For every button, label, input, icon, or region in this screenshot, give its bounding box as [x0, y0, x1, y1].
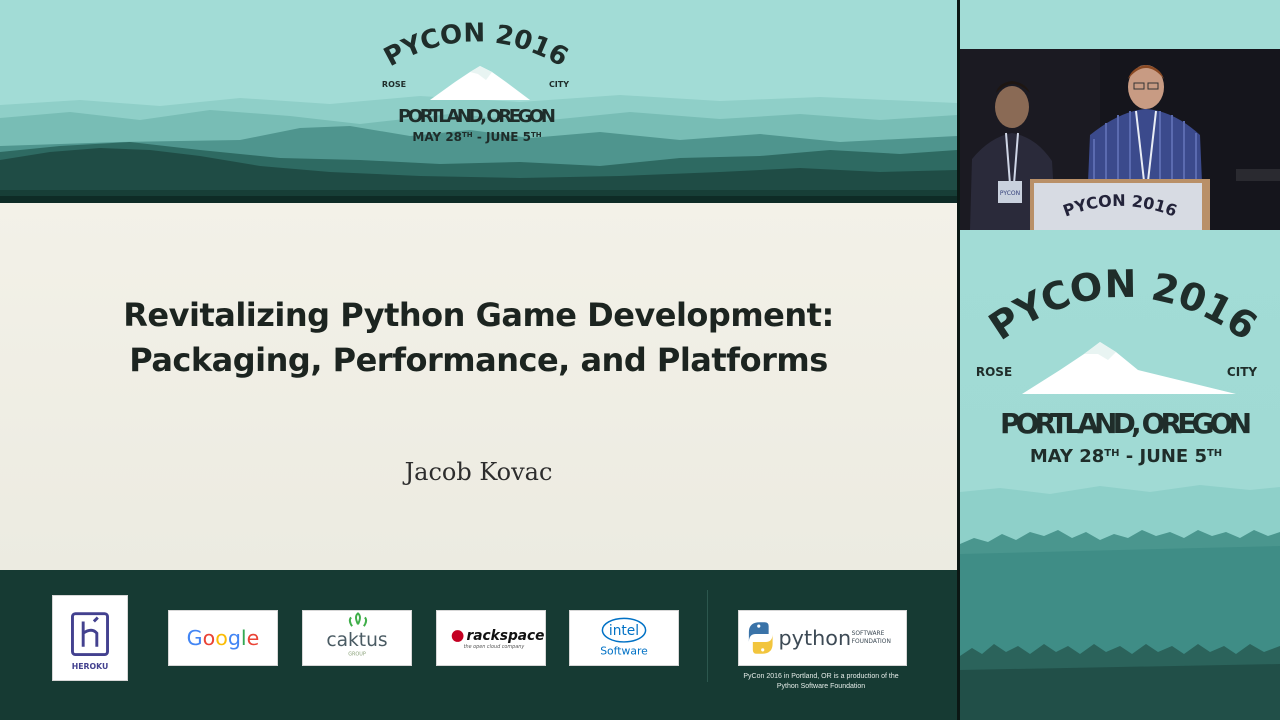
rackspace-logo: rackspace the open cloud company — [436, 610, 546, 666]
conference-banner: PYCON 2016 ROSE CITY PORTLAND, OREGON MA… — [0, 0, 957, 203]
side-conference-location: PORTLAND, OREGON — [1000, 407, 1252, 440]
svg-text:SOFTWARE: SOFTWARE — [852, 631, 885, 637]
conference-location: PORTLAND, OREGON — [398, 106, 556, 127]
svg-text:PYCON: PYCON — [1000, 190, 1020, 197]
side-conference-dates: MAY 28TH - JUNE 5TH — [1030, 446, 1222, 467]
rose-tag: ROSE — [382, 80, 406, 89]
presentation-slide: PYCON 2016 ROSE CITY PORTLAND, OREGON MA… — [0, 0, 957, 720]
slide-content: Revitalizing Python Game Development: Pa… — [0, 203, 957, 570]
svg-text:GROUP: GROUP — [348, 652, 366, 658]
talk-title: Revitalizing Python Game Development: Pa… — [0, 293, 957, 383]
speaker-name: Jacob Kovac — [404, 458, 553, 486]
conference-dates: MAY 28TH - JUNE 5TH — [412, 130, 541, 144]
caktus-logo: caktus GROUP — [302, 610, 412, 666]
svg-text:rackspace: rackspace — [466, 628, 544, 644]
svg-text:Google: Google — [187, 626, 260, 650]
python-software-foundation-logo: python SOFTWARE FOUNDATION — [738, 610, 907, 666]
sponsor-bar: HEROKU Google caktus GROUP rackspace the… — [0, 570, 957, 720]
psf-production-note: PyCon 2016 in Portland, OR is a producti… — [743, 673, 899, 690]
intel-software-logo: intel Software — [569, 610, 679, 666]
talk-title-line-1: Revitalizing Python Game Development: — [123, 296, 834, 334]
speaker-camera-feed: PYCON PYCON 2016 — [960, 49, 1280, 230]
side-city-tag: CITY — [1227, 365, 1257, 379]
svg-text:intel: intel — [609, 623, 639, 639]
svg-text:the open cloud company: the open cloud company — [464, 644, 525, 650]
google-logo: Google — [168, 610, 278, 666]
svg-text:python: python — [779, 626, 852, 650]
svg-text:HEROKU: HEROKU — [72, 662, 109, 671]
sponsor-divider — [707, 590, 708, 682]
heroku-logo: HEROKU — [52, 595, 128, 681]
city-tag: CITY — [549, 80, 569, 89]
svg-text:FOUNDATION: FOUNDATION — [852, 639, 891, 645]
svg-text:Software: Software — [600, 645, 648, 658]
svg-text:caktus: caktus — [326, 630, 387, 651]
talk-title-line-2: Packaging, Performance, and Platforms — [129, 341, 828, 379]
conference-side-panel: PYCON 2016 ROSE CITY PORTLAND, OREGON MA… — [960, 230, 1280, 720]
side-rose-tag: ROSE — [976, 365, 1012, 379]
sky-strip — [960, 0, 1280, 49]
